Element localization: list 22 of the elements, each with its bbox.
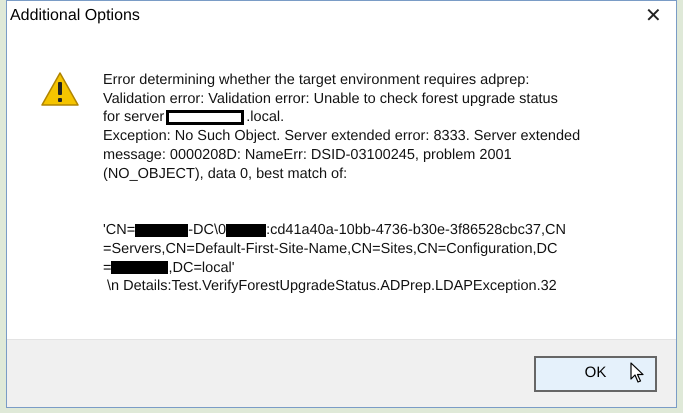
redaction-bar [135, 224, 188, 238]
message-text: :cd41a40a-10bb-4736-b30e-3f86528cbc37,CN [266, 221, 566, 240]
message-text: ,DC=local' [168, 258, 234, 278]
message-text: .local. [246, 108, 284, 128]
message-text: 'CN= [103, 221, 136, 240]
ok-button[interactable]: OK [534, 356, 657, 392]
redaction-bar [111, 261, 168, 274]
warning-icon [40, 71, 80, 107]
message-text: for server [103, 108, 164, 128]
redaction-bar [226, 224, 266, 238]
message-text: Validation error: Validation error: Unable to check forest upgrade status [103, 90, 558, 108]
message-text: Exception: No Such Object. Server extended error: 8333. Server extended [103, 127, 580, 146]
window-title: Additional Options [10, 6, 140, 26]
message-text: = [103, 258, 112, 278]
message-text: -DC\0 [188, 221, 226, 240]
message-text: =Servers,CN=Default-First-Site-Name,CN=Sites,CN=Configuration,DC [103, 240, 558, 259]
message-text: message: 0000208D: NameErr: DSID-03100245, problem 2001 [103, 146, 512, 165]
message-text: Error determining whether the target environment requires adprep: [103, 71, 530, 90]
message-text: (NO_OBJECT), data 0, best match of: [103, 164, 348, 184]
cursor-icon [630, 362, 644, 384]
close-button[interactable]: ✕ [645, 6, 662, 26]
message-text: \n Details:Test.VerifyForestUpgradeStatus.ADPrep.LDAPException.32 [106, 277, 557, 296]
